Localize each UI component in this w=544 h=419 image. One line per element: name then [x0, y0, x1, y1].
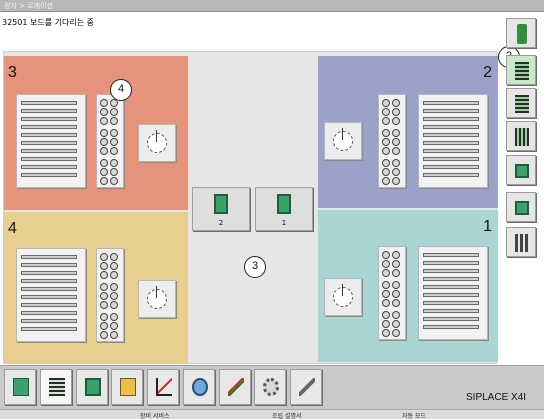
placement-head-dial[interactable]: [138, 124, 176, 162]
feeder-grid-bottom-button[interactable]: [40, 369, 72, 405]
chart-button[interactable]: [147, 369, 179, 405]
settings-button[interactable]: [254, 369, 286, 405]
feeder-list[interactable]: [16, 94, 86, 188]
nozzle-changer[interactable]: [96, 94, 124, 188]
statistics-button[interactable]: [506, 227, 536, 257]
board-clamp-button[interactable]: [506, 192, 536, 222]
feeder-list[interactable]: [16, 248, 86, 342]
quadrant-3[interactable]: 3: [4, 56, 188, 210]
conveyor-icon: [277, 194, 291, 214]
camera-button[interactable]: [183, 369, 215, 405]
feeder-list[interactable]: [418, 246, 488, 340]
board-icon: [85, 378, 101, 396]
feeder-list-button[interactable]: [506, 88, 536, 118]
status-mode: 자동 모드: [402, 413, 426, 419]
document-icon: [120, 378, 136, 396]
camera-icon: [192, 378, 208, 396]
board-transfer-button[interactable]: [506, 155, 536, 185]
feeder-grid-button[interactable]: [506, 55, 536, 85]
board-transfer-icon: [515, 164, 529, 178]
conveyor-button-1[interactable]: 1: [255, 187, 313, 231]
feeder-table-button[interactable]: [506, 121, 536, 151]
breadcrumb: 정지 > 로케이션: [4, 2, 53, 10]
feeder-list-icon: [515, 95, 529, 113]
brand-label: SIPLACE X4I: [466, 392, 527, 403]
info-button[interactable]: [506, 18, 536, 48]
conveyor-icon: [214, 194, 228, 214]
status-assembly: 조립 설명서: [272, 413, 302, 419]
placement-head-dial[interactable]: [324, 278, 362, 316]
callout-3: 3: [244, 256, 266, 278]
statistics-icon: [515, 234, 529, 252]
info-icon: [517, 24, 527, 44]
tool-icon: [228, 378, 244, 396]
status-service: 장비 서비스: [140, 413, 170, 419]
quadrant-2[interactable]: 2: [318, 56, 498, 208]
feeder-grid-icon: [515, 62, 529, 80]
nozzle-changer[interactable]: [96, 248, 124, 342]
quadrant-label: 3: [8, 64, 17, 81]
callout-4: 4: [110, 79, 132, 101]
placement-head-dial[interactable]: [138, 280, 176, 318]
quadrant-4[interactable]: 4: [4, 212, 188, 364]
feeder-list[interactable]: [418, 94, 488, 188]
document-button[interactable]: [111, 369, 143, 405]
status-bar: 장비 서비스 조립 설명서 자동 모드: [0, 409, 544, 419]
feeder-table-icon: [515, 128, 529, 146]
quadrant-label: 1: [483, 218, 492, 235]
settings-icon: [263, 378, 279, 396]
wrench-button[interactable]: [290, 369, 322, 405]
production-button[interactable]: [4, 369, 36, 405]
quadrant-label: 4: [8, 220, 17, 237]
chart-icon: [156, 378, 172, 396]
quadrant-1[interactable]: 1: [318, 210, 498, 362]
nozzle-changer[interactable]: [378, 246, 406, 340]
placement-head-dial[interactable]: [324, 122, 362, 160]
conveyor-button-2[interactable]: 2: [192, 187, 250, 231]
wrench-icon: [299, 378, 315, 396]
production-icon: [13, 378, 29, 396]
nozzle-changer[interactable]: [378, 94, 406, 188]
title-bar: 정지 > 로케이션: [0, 0, 544, 12]
status-message: 32501 보드를 기다리는 중: [2, 18, 94, 27]
feeder-grid-icon: [49, 378, 65, 396]
quadrant-label: 2: [483, 64, 492, 81]
tool-button[interactable]: [219, 369, 251, 405]
board-button[interactable]: [76, 369, 108, 405]
board-clamp-icon: [515, 201, 529, 215]
